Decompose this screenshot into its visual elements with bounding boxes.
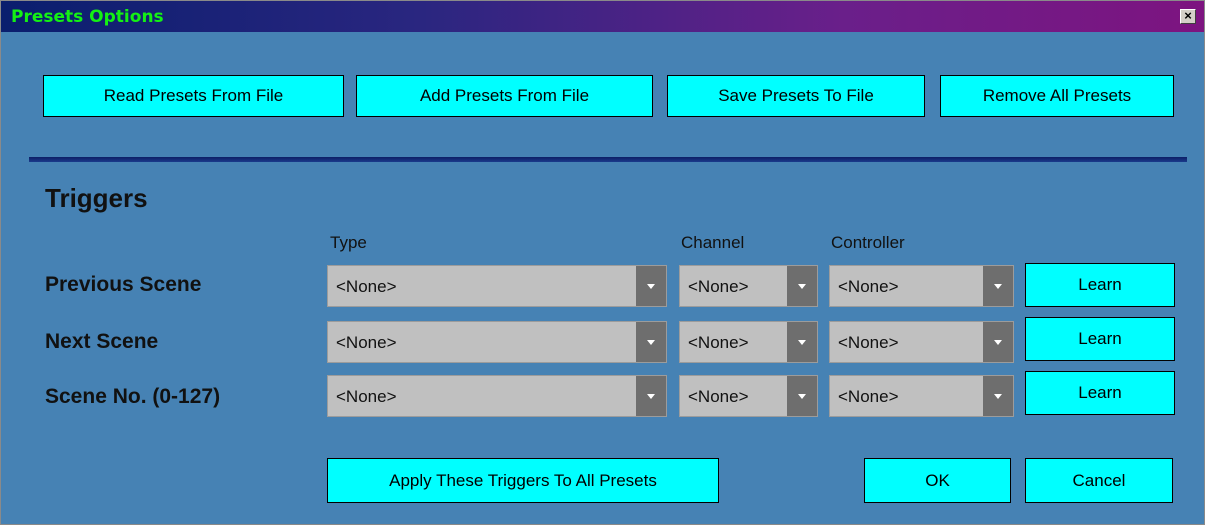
next-scene-type-select[interactable]: <None> — [327, 321, 667, 363]
next-scene-label: Next Scene — [45, 330, 159, 353]
previous-scene-label: Previous Scene — [45, 273, 202, 296]
title-bar[interactable]: Presets Options × — [1, 1, 1204, 32]
chevron-down-icon — [787, 266, 817, 306]
presets-options-window: Presets Options × Read Presets From File… — [0, 0, 1205, 525]
save-presets-button[interactable]: Save Presets To File — [667, 75, 925, 117]
add-presets-button[interactable]: Add Presets From File — [356, 75, 653, 117]
close-button[interactable]: × — [1180, 9, 1196, 24]
remove-all-presets-button[interactable]: Remove All Presets — [940, 75, 1174, 117]
scene-number-controller-select[interactable]: <None> — [829, 375, 1014, 417]
scene-number-learn-button[interactable]: Learn — [1025, 371, 1175, 415]
chevron-down-icon — [636, 266, 666, 306]
previous-scene-type-select[interactable]: <None> — [327, 265, 667, 307]
next-scene-channel-select[interactable]: <None> — [679, 321, 818, 363]
controller-column-header: Controller — [831, 233, 905, 252]
chevron-down-icon — [787, 376, 817, 416]
close-icon: × — [1184, 8, 1192, 23]
type-column-header: Type — [330, 233, 367, 252]
ok-button[interactable]: OK — [864, 458, 1011, 503]
selected-value: <None> — [336, 387, 397, 406]
chevron-down-icon — [983, 376, 1013, 416]
scene-number-label: Scene No. (0-127) — [45, 385, 221, 408]
section-divider — [29, 157, 1187, 162]
chevron-down-icon — [787, 322, 817, 362]
selected-value: <None> — [688, 387, 749, 406]
previous-scene-controller-select[interactable]: <None> — [829, 265, 1014, 307]
cancel-button[interactable]: Cancel — [1025, 458, 1173, 503]
read-presets-button[interactable]: Read Presets From File — [43, 75, 344, 117]
chevron-down-icon — [636, 376, 666, 416]
apply-triggers-to-all-button[interactable]: Apply These Triggers To All Presets — [327, 458, 719, 503]
selected-value: <None> — [838, 387, 899, 406]
selected-value: <None> — [838, 277, 899, 296]
chevron-down-icon — [636, 322, 666, 362]
previous-scene-channel-select[interactable]: <None> — [679, 265, 818, 307]
selected-value: <None> — [336, 277, 397, 296]
triggers-heading: Triggers — [45, 183, 148, 213]
chevron-down-icon — [983, 322, 1013, 362]
selected-value: <None> — [688, 277, 749, 296]
channel-column-header: Channel — [681, 233, 745, 252]
next-scene-learn-button[interactable]: Learn — [1025, 317, 1175, 361]
selected-value: <None> — [336, 333, 397, 352]
chevron-down-icon — [983, 266, 1013, 306]
selected-value: <None> — [688, 333, 749, 352]
next-scene-controller-select[interactable]: <None> — [829, 321, 1014, 363]
window-title: Presets Options — [11, 7, 164, 27]
scene-number-channel-select[interactable]: <None> — [679, 375, 818, 417]
scene-number-type-select[interactable]: <None> — [327, 375, 667, 417]
previous-scene-learn-button[interactable]: Learn — [1025, 263, 1175, 307]
selected-value: <None> — [838, 333, 899, 352]
